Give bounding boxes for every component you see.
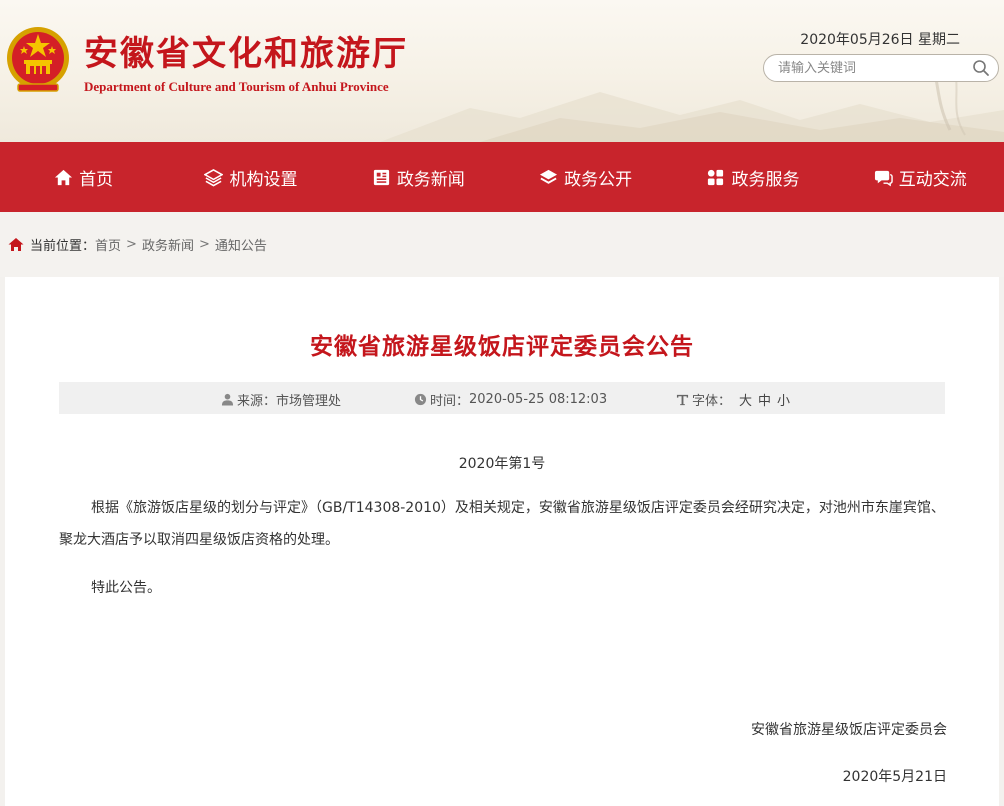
source-label: 来源： — [237, 394, 277, 409]
home-icon — [8, 238, 24, 251]
breadcrumb-separator: > — [198, 237, 210, 252]
news-icon — [373, 169, 389, 185]
breadcrumb-link-notices[interactable]: 通知公告 — [215, 235, 267, 254]
document-number: 2020年第1号 — [458, 456, 546, 472]
grid-icon — [708, 169, 724, 185]
article-time: 时间： 2020-05-25 08:12:03 — [414, 390, 607, 409]
nav-item-label: 政务公开 — [564, 169, 633, 190]
layers-icon — [204, 168, 224, 186]
font-label: 字体： — [692, 394, 732, 409]
nav-item-news[interactable]: 政务新闻 — [335, 142, 502, 212]
nav-item-organization[interactable]: 机构设置 — [167, 142, 334, 212]
chat-icon — [874, 170, 893, 186]
home-icon — [55, 169, 73, 185]
site-title-english: Department of Culture and Tourism of Anh… — [84, 79, 389, 94]
breadcrumb: 当前位置： 首页 > 政务新闻 > 通知公告 — [8, 235, 267, 254]
article-paragraph: 根据《旅游饭店星级的划分与评定》（GB/T14308-2010）及相关规定，安徽… — [59, 500, 945, 548]
site-title[interactable]: 安徽省文化和旅游厅 — [84, 26, 408, 75]
nav-item-label: 政务服务 — [731, 169, 800, 190]
nav-item-label: 机构设置 — [229, 169, 298, 190]
font-size-icon — [676, 394, 689, 406]
article-signature: 安徽省旅游星级饭店评定委员会 — [751, 722, 947, 738]
nav-item-interaction[interactable]: 互动交流 — [837, 142, 1004, 212]
font-size-small[interactable]: 小 — [777, 390, 790, 409]
article-title: 安徽省旅游星级饭店评定委员会公告 — [310, 334, 694, 360]
font-size-controls: 字体： 大 中 小 — [676, 390, 796, 409]
font-size-large[interactable]: 大 — [739, 390, 752, 409]
breadcrumb-label: 当前位置： — [30, 239, 96, 254]
search-icon[interactable] — [972, 59, 990, 77]
breadcrumb-link-news[interactable]: 政务新闻 — [142, 235, 194, 254]
article-source: 来源： 市场管理处 — [221, 390, 341, 409]
main-nav: 首页 机构设置 政务新闻 政务公开 政务服务 互动交流 — [0, 142, 1004, 212]
nav-item-label: 首页 — [79, 169, 114, 190]
nav-item-public-affairs[interactable]: 政务公开 — [502, 142, 669, 212]
search-input[interactable] — [776, 59, 960, 77]
breadcrumb-separator: > — [126, 237, 137, 252]
article-meta-bar: 来源： 市场管理处 时间： 2020-05-25 08:12:03 字体： 大 … — [59, 382, 945, 414]
national-emblem-icon — [7, 27, 69, 92]
stack-icon — [540, 169, 558, 184]
site-header: 安徽省文化和旅游厅 Department of Culture and Tour… — [0, 0, 1004, 142]
font-size-medium[interactable]: 中 — [758, 390, 771, 409]
source-value: 市场管理处 — [276, 394, 342, 409]
nav-item-label: 政务新闻 — [396, 169, 465, 190]
current-date: 2020年05月26日 星期二 — [800, 32, 960, 48]
user-icon — [221, 393, 234, 406]
article-sign-date: 2020年5月21日 — [842, 769, 947, 785]
article-paragraph: 特此公告。 — [91, 580, 161, 596]
search-box — [763, 54, 999, 82]
nav-item-home[interactable]: 首页 — [0, 142, 167, 212]
clock-icon — [414, 393, 427, 406]
nav-item-label: 互动交流 — [898, 169, 967, 190]
breadcrumb-link-home[interactable]: 首页 — [95, 235, 121, 254]
time-label: 时间： — [430, 394, 470, 409]
time-value: 2020-05-25 08:12:03 — [469, 392, 608, 407]
nav-item-services[interactable]: 政务服务 — [669, 142, 836, 212]
